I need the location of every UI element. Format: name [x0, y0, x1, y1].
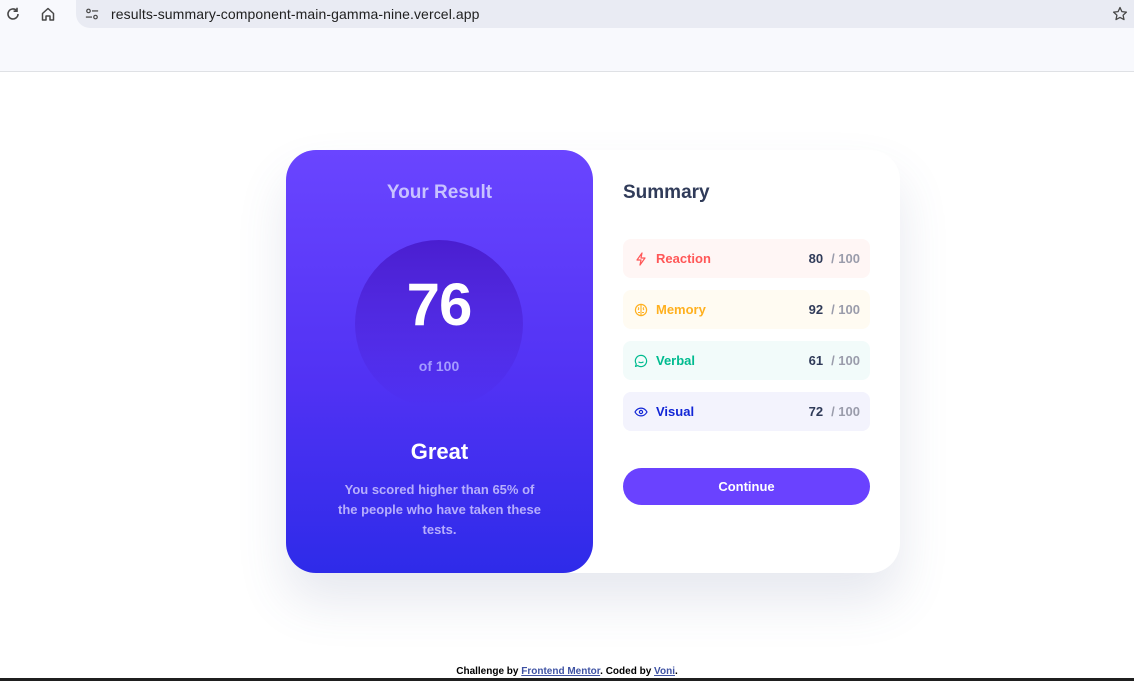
result-description: You scored higher than 65% of the people… — [338, 482, 541, 537]
url-text[interactable]: results-summary-component-main-gamma-nin… — [111, 6, 480, 22]
author-link[interactable]: Voni — [654, 666, 675, 677]
summary-item-max: / 100 — [831, 353, 860, 368]
summary-item-label: Visual — [656, 404, 695, 419]
address-bar[interactable]: results-summary-component-main-gamma-nin… — [76, 0, 1134, 28]
summary-item-reaction: Reaction 80 / 100 — [623, 239, 870, 278]
score-value: 76 — [406, 271, 473, 338]
summary-item-score: 61 — [808, 353, 824, 368]
attribution-prefix: Challenge by — [456, 666, 522, 677]
results-card: Your Result 76 of 100 Great You scored h… — [286, 150, 900, 573]
summary-panel: Summary Reaction 80 / 100 Memory 92 / 10… — [623, 150, 870, 573]
site-info-icon[interactable] — [83, 5, 101, 23]
lightning-icon — [634, 251, 648, 266]
continue-button[interactable]: Continue — [623, 468, 870, 505]
home-icon[interactable] — [38, 4, 58, 24]
summary-item-score: 72 — [808, 404, 824, 419]
score-of: of 100 — [418, 358, 460, 374]
summary-item-verbal: Verbal 61 / 100 — [623, 341, 870, 380]
summary-item-memory: Memory 92 / 100 — [623, 290, 870, 329]
score-circle: 76 of 100 — [355, 240, 523, 408]
attribution: Challenge by Frontend Mentor. Coded by V… — [0, 666, 1134, 677]
summary-title: Summary — [623, 182, 710, 203]
summary-item-max: / 100 — [831, 251, 860, 266]
attribution-middle: . Coded by — [600, 666, 655, 677]
bookmark-star-icon[interactable] — [1110, 4, 1130, 24]
summary-item-visual: Visual 72 / 100 — [623, 392, 870, 431]
summary-item-max: / 100 — [831, 302, 860, 317]
summary-item-label: Memory — [656, 302, 706, 317]
summary-item-max: / 100 — [831, 404, 860, 419]
browser-toolbar: results-summary-component-main-gamma-nin… — [0, 0, 1134, 72]
summary-item-score: 80 — [808, 251, 824, 266]
rating-text: Great — [410, 439, 469, 464]
attribution-suffix: . — [674, 666, 678, 677]
chat-bubble-icon — [634, 354, 648, 368]
result-panel: Your Result 76 of 100 Great You scored h… — [286, 150, 593, 573]
summary-item-score: 92 — [808, 302, 824, 317]
result-title: Your Result — [386, 182, 493, 203]
summary-item-label: Reaction — [656, 251, 711, 266]
frontend-mentor-link[interactable]: Frontend Mentor — [521, 666, 600, 677]
reload-icon[interactable] — [3, 4, 23, 24]
brain-icon — [634, 303, 648, 317]
eye-icon — [634, 405, 648, 419]
lightning-icon-path — [636, 251, 646, 266]
summary-item-label: Verbal — [656, 353, 696, 368]
